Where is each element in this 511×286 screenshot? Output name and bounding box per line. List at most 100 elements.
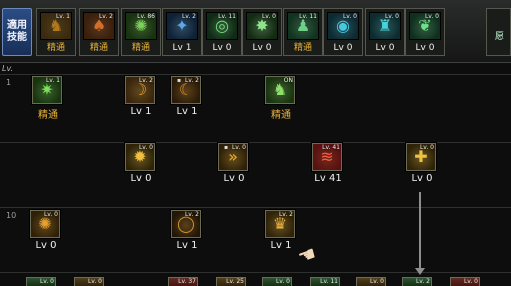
green-partial-icon[interactable]: Lv. 11 [310,277,340,286]
skill-level-label: Lv. 2 [181,13,196,20]
skill-rank-label: 精通 [271,110,291,121]
skill-tree-next-row: Lv. 0 Lv. 0 Lv. 37 Lv. 25 Lv. 0 Lv. 11 Lv. 0 Lv… [0,277,511,286]
skill-tree-node[interactable]: » Lv. 0 ▪ Lv 0 [214,143,254,187]
ring-icon: ◯ Lv. 2 [171,210,201,238]
gold-crescent-icon: ☽ Lv. 2 [125,76,155,104]
skill-rank-label: Lv 1 [130,106,152,117]
skill-rank-label: Lv 1 [176,240,198,251]
row-level-label: 10 [6,211,17,220]
skill-tree-node[interactable]: ☽ Lv. 2 Lv 1 [121,76,161,120]
flame-figure-icon: ♠ Lv. 2 [83,12,115,40]
quickbar-skill-slot[interactable]: ✺ Lv. 86 精通 [121,8,161,56]
gold-shield-icon: ✚ Lv. 0 [406,143,436,171]
lock-icon: ▪ [224,144,229,151]
row-divider [0,272,511,273]
green-partial-icon[interactable]: Lv. 0 [262,277,292,286]
skill-level-label: Lv. 11 [320,278,338,285]
quickbar-skill-slot[interactable]: ♟ Lv. 11 精通 [283,8,323,56]
skill-level-label: Lv. 1 [55,13,70,20]
skill-tree-node[interactable]: ◯ Lv. 2 Lv 1 [167,210,207,254]
skill-level-label: Lv. 0 [424,13,439,20]
skill-rank-label: Lv 41 [314,173,342,184]
quickbar-skill-slot[interactable]: ♞ Lv. 1 精通 [36,8,76,56]
skill-rank-label: Lv 0 [375,43,395,53]
green-swirl-icon: ✺ Lv. 86 [125,12,157,40]
skill-level-label: Lv. 2 [138,77,153,84]
lock-icon: ▪ [177,77,182,84]
quickbar-skill-slot[interactable]: ❦ Lv. 0 Lv 0 [405,8,445,56]
skill-tree-node[interactable]: ✹ Lv. 0 Lv 0 [121,143,161,187]
skill-tree-node[interactable]: ♞ ON 精通 [261,76,301,121]
row-level-label: 1 [6,78,12,87]
gold-strike-icon: ♛ Lv. 2 [265,210,295,238]
gold-partial-icon[interactable]: Lv. 0 [74,277,104,286]
skill-rank-label: 精通 [46,43,65,53]
skill-rank-label: 精通 [131,43,150,53]
gold-partial-icon[interactable]: Lv. 25 [216,277,246,286]
green-partial-icon[interactable]: Lv. 2 [402,277,432,286]
skill-tree-node[interactable]: ✺ Lv. 0 Lv 0 [26,210,66,254]
skill-level-label: Lv. 0 [463,278,478,285]
row-divider [0,74,511,75]
quickbar-skill-slot[interactable]: ◉ Lv. 0 Lv 0 [323,8,363,56]
quick-skill-bar: 適用 技能 ♞ Lv. 1 精通 ♠ Lv. 2 精通 ✺ Lv. 86 精通 … [0,0,511,63]
quickbar-skill-slot[interactable]: ✸ Lv. 0 Lv 0 [242,8,282,56]
skill-rank-label: Lv 0 [223,173,245,184]
skill-prerequisite-arrow-icon [415,268,425,275]
skill-rank-label: Lv 0 [35,240,57,251]
skill-level-label: Lv. 37 [178,278,196,285]
red-slash-icon: ≋ Lv. 41 [312,143,342,171]
skill-rank-label: Lv 1 [172,43,192,53]
skill-level-label: Lv. 25 [226,278,244,285]
skill-rank-label: Lv 0 [411,173,433,184]
skill-rank-label: Lv 1 [176,106,198,117]
quickbar-skill-slot[interactable]: ◎ Lv. 11 Lv 0 [202,8,242,56]
skill-tree-node[interactable]: ✷ Lv. 1 精通 [28,76,68,121]
green-claw-icon: ✷ Lv. 1 [32,76,62,104]
skill-level-label: Lv. 0 [261,13,276,20]
row-divider [0,207,511,208]
dark-crescent-icon: ☾ Lv. 2 ▪ [171,76,201,104]
applied-skills-label[interactable]: 適用 技能 [2,8,32,56]
quickbar-overflow-slot[interactable]: 愿 [486,8,511,56]
skill-level-label: Lv. 0 [384,13,399,20]
skill-level-label: Lv. 0 [87,278,102,285]
pointer-hand-cursor-icon: ☚ [294,240,320,270]
skill-rank-label: 精通 [38,110,58,121]
quickbar-skill-slot[interactable]: ♠ Lv. 2 精通 [79,8,119,56]
skill-level-label: Lv. 2 [184,77,199,84]
cyan-orb-icon: ◉ Lv. 0 [327,12,359,40]
skill-level-label: Lv. 2 [415,278,430,285]
skill-level-label: Lv. 2 [278,211,293,218]
skill-tree-node[interactable]: ☾ Lv. 2 ▪ Lv 1 [167,76,207,120]
skill-level-label: Lv. 41 [322,144,340,151]
skill-rank-label: Lv 0 [212,43,232,53]
quickbar-skill-slot[interactable]: ♜ Lv. 0 Lv 0 [365,8,405,56]
skill-tree-node[interactable]: ✚ Lv. 0 Lv 0 [402,143,442,187]
red-partial-icon[interactable]: Lv. 37 [168,277,198,286]
red-partial-icon[interactable]: Lv. 0 [450,277,480,286]
skill-level-label: Lv. 2 [184,211,199,218]
skill-rank-label: Lv 0 [252,43,272,53]
gold-burst-icon: ✹ Lv. 0 [125,143,155,171]
cyan-figure-icon: ♜ Lv. 0 [369,12,401,40]
quickbar-skill-slot[interactable]: ✦ Lv. 2 Lv 1 [162,8,202,56]
skill-level-label: Lv. 0 [275,278,290,285]
skill-level-label: Lv. 0 [39,278,54,285]
skill-level-label: Lv. 0 [342,13,357,20]
skill-level-label: Lv. 11 [218,13,236,20]
green-target-icon: ◎ Lv. 11 [206,12,238,40]
skill-level-label: Lv. 0 [231,144,246,151]
gold-whirl-icon: ✺ Lv. 0 [30,210,60,238]
skill-level-label: Lv. 0 [419,144,434,151]
skill-rank-label: Lv 0 [415,43,435,53]
green-partial-icon[interactable]: Lv. 0 [26,277,56,286]
skill-rank-label: Lv 0 [130,173,152,184]
gold-figure-icon: ♞ Lv. 1 [40,12,72,40]
skill-level-label: ON [283,77,293,84]
gold-partial-icon[interactable]: Lv. 0 [356,277,386,286]
skill-tree-node[interactable]: ≋ Lv. 41 Lv 41 [308,143,348,187]
skill-prerequisite-line [419,192,421,272]
green-radial-icon: ✸ Lv. 0 [246,12,278,40]
level-column-header: Lv. [2,64,14,73]
